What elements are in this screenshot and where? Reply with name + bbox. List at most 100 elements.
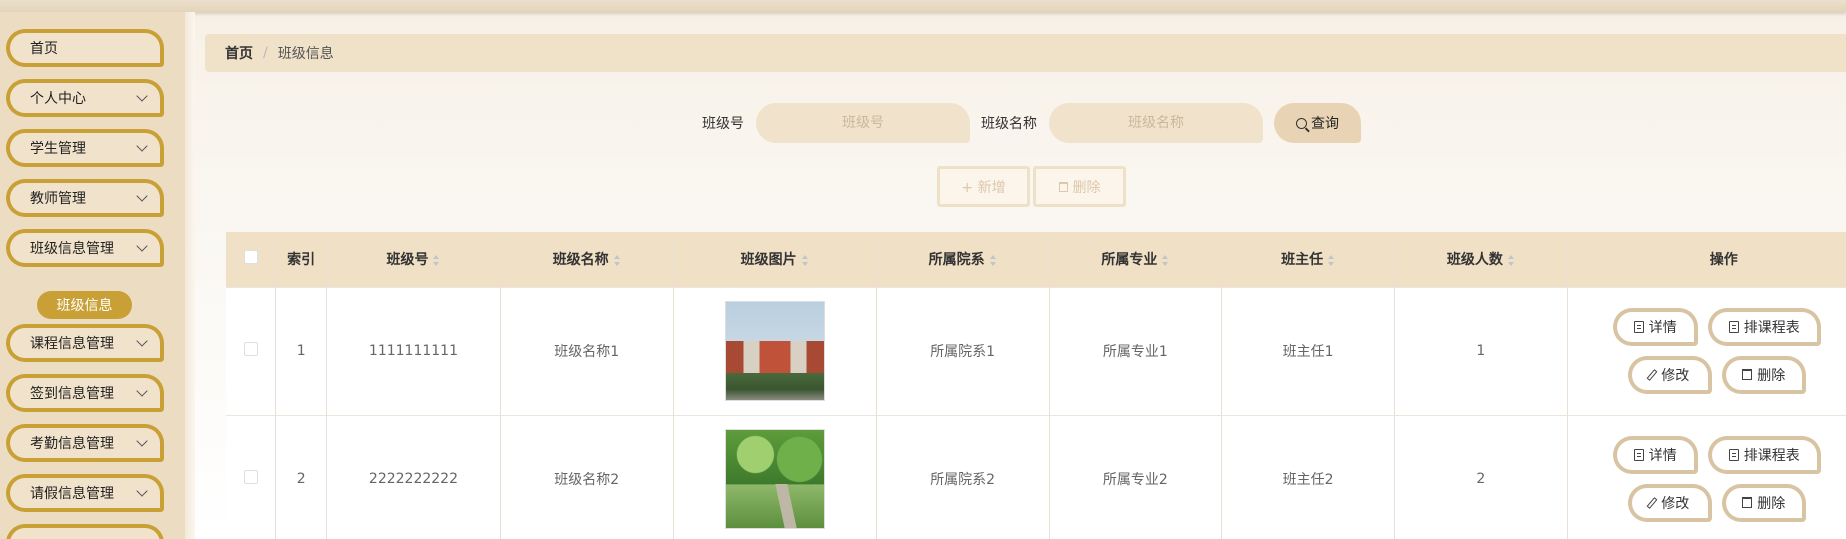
delete-button[interactable]: 删除 xyxy=(1721,355,1806,394)
row-checkbox[interactable] xyxy=(243,470,258,484)
sidebar-item-label: 首页 xyxy=(30,41,58,57)
batch-delete-button[interactable]: 删除 xyxy=(1033,166,1126,207)
sidebar-item-class-info-management[interactable]: 班级信息管理 xyxy=(6,229,164,267)
sidebar-item-label: 课程信息管理 xyxy=(30,336,114,352)
table-header-row: 索引 班级号 班级名称 班级图片 所属院系 所属专业 班主任 班级人数 操作 xyxy=(226,232,1846,288)
cell-department: 所属院系1 xyxy=(876,287,1050,416)
col-major[interactable]: 所属专业 xyxy=(1049,232,1223,288)
sidebar-item-attendance-info-management[interactable]: 考勤信息管理 xyxy=(6,424,164,462)
col-class-name[interactable]: 班级名称 xyxy=(500,232,674,288)
sidebar-item-signin-info-management[interactable]: 签到信息管理 xyxy=(6,374,164,412)
add-button[interactable]: + 新增 xyxy=(937,166,1030,207)
breadcrumb-current: 班级信息 xyxy=(277,46,334,62)
col-head-teacher[interactable]: 班主任 xyxy=(1221,232,1395,288)
breadcrumb-home[interactable]: 首页 xyxy=(225,43,253,63)
col-count[interactable]: 班级人数 xyxy=(1394,232,1568,288)
trash-icon xyxy=(1742,497,1753,508)
edit-button[interactable]: 修改 xyxy=(1627,483,1712,522)
cell-class-image xyxy=(673,415,877,539)
edit-pen-icon xyxy=(1646,368,1658,381)
cell-index: 1 xyxy=(275,287,328,416)
sidebar-item-label: 班级信息管理 xyxy=(30,241,114,257)
sidebar-item-label: 请假信息管理 xyxy=(30,486,114,502)
col-class-no[interactable]: 班级号 xyxy=(326,232,501,288)
col-label: 班级名称 xyxy=(552,252,609,269)
chevron-down-icon xyxy=(136,90,148,102)
class-photo-garden-path[interactable] xyxy=(724,429,825,529)
sort-icon[interactable] xyxy=(1328,254,1335,266)
sidebar-item-leave-info-management[interactable]: 请假信息管理 xyxy=(6,474,164,512)
class-name-input[interactable] xyxy=(1049,103,1263,143)
chevron-down-icon xyxy=(136,240,148,252)
col-label: 班级图片 xyxy=(740,252,797,269)
cell-head-teacher: 班主任2 xyxy=(1221,415,1395,539)
sidebar-item-label: 考勤信息管理 xyxy=(30,436,114,452)
cell-class-no: 1111111111 xyxy=(326,287,501,416)
trash-icon xyxy=(1058,181,1068,192)
detail-button[interactable]: 详情 xyxy=(1612,435,1698,474)
edit-pen-icon xyxy=(1646,496,1658,509)
top-bar xyxy=(0,0,1846,12)
sidebar-item-course-info-management[interactable]: 课程信息管理 xyxy=(6,324,164,362)
detail-label: 详情 xyxy=(1648,319,1677,336)
chevron-down-icon xyxy=(136,485,148,497)
sidebar-item-label: 教师管理 xyxy=(30,191,86,207)
sidebar-subitem-class-info[interactable]: 班级信息 xyxy=(37,291,132,319)
sort-icon[interactable] xyxy=(1162,254,1169,266)
delete-button[interactable]: 删除 xyxy=(1721,483,1806,522)
table-row: 1 1111111111 班级名称1 所属院系1 所属专业1 班主任1 1 详情… xyxy=(226,287,1846,416)
cell-index: 2 xyxy=(275,415,328,539)
cell-count: 1 xyxy=(1394,287,1568,416)
cell-count: 2 xyxy=(1394,415,1568,539)
col-index: 索引 xyxy=(275,232,328,288)
document-icon xyxy=(1633,448,1644,461)
schedule-button[interactable]: 排课程表 xyxy=(1707,307,1821,346)
detail-button[interactable]: 详情 xyxy=(1612,307,1698,346)
cell-class-image xyxy=(673,287,877,416)
sort-icon[interactable] xyxy=(613,254,621,266)
cell-head-teacher: 班主任1 xyxy=(1221,287,1395,416)
edit-label: 修改 xyxy=(1661,367,1690,384)
batch-delete-label: 删除 xyxy=(1072,179,1101,196)
sort-icon[interactable] xyxy=(801,254,809,266)
col-department[interactable]: 所属院系 xyxy=(876,232,1050,288)
query-button[interactable]: 查询 xyxy=(1274,103,1361,143)
col-label: 所属专业 xyxy=(1101,252,1158,269)
chevron-down-icon xyxy=(136,385,148,397)
cell-class-name: 班级名称2 xyxy=(500,415,674,539)
search-icon xyxy=(1296,117,1307,129)
select-all-checkbox[interactable] xyxy=(243,250,258,265)
cell-class-name: 班级名称1 xyxy=(500,287,674,416)
class-no-input[interactable] xyxy=(756,103,970,143)
document-icon xyxy=(1728,448,1739,461)
delete-label: 删除 xyxy=(1757,495,1786,512)
class-photo-campus-building[interactable] xyxy=(724,301,825,401)
cell-operation: 详情 排课程表 修改 删除 xyxy=(1567,415,1846,539)
class-no-label: 班级号 xyxy=(702,116,744,132)
col-label: 班级人数 xyxy=(1446,252,1503,269)
cell-major: 所属专业1 xyxy=(1049,287,1223,416)
schedule-button[interactable]: 排课程表 xyxy=(1707,435,1821,474)
col-class-image[interactable]: 班级图片 xyxy=(673,232,877,288)
sidebar-item-teacher-management[interactable]: 教师管理 xyxy=(6,179,164,217)
cell-class-no: 2222222222 xyxy=(326,415,501,539)
row-checkbox[interactable] xyxy=(243,342,258,356)
sort-icon[interactable] xyxy=(1507,254,1515,266)
sidebar-item-more[interactable] xyxy=(6,524,164,539)
class-name-label: 班级名称 xyxy=(981,116,1037,132)
row-select-cell xyxy=(226,415,277,539)
col-label: 班主任 xyxy=(1281,252,1324,269)
edit-button[interactable]: 修改 xyxy=(1627,355,1712,394)
col-label: 班级号 xyxy=(386,252,429,269)
schedule-label: 排课程表 xyxy=(1743,447,1800,464)
detail-label: 详情 xyxy=(1648,447,1677,464)
class-table: 索引 班级号 班级名称 班级图片 所属院系 所属专业 班主任 班级人数 操作 1… xyxy=(226,232,1846,539)
trash-icon xyxy=(1742,369,1753,380)
document-icon xyxy=(1633,320,1644,333)
sidebar-item-home[interactable]: 首页 xyxy=(6,29,164,67)
sort-icon[interactable] xyxy=(433,254,440,266)
sidebar-divider xyxy=(185,12,195,539)
breadcrumb-separator: / xyxy=(263,45,268,61)
chevron-down-icon xyxy=(136,335,148,347)
sort-icon[interactable] xyxy=(989,254,997,266)
